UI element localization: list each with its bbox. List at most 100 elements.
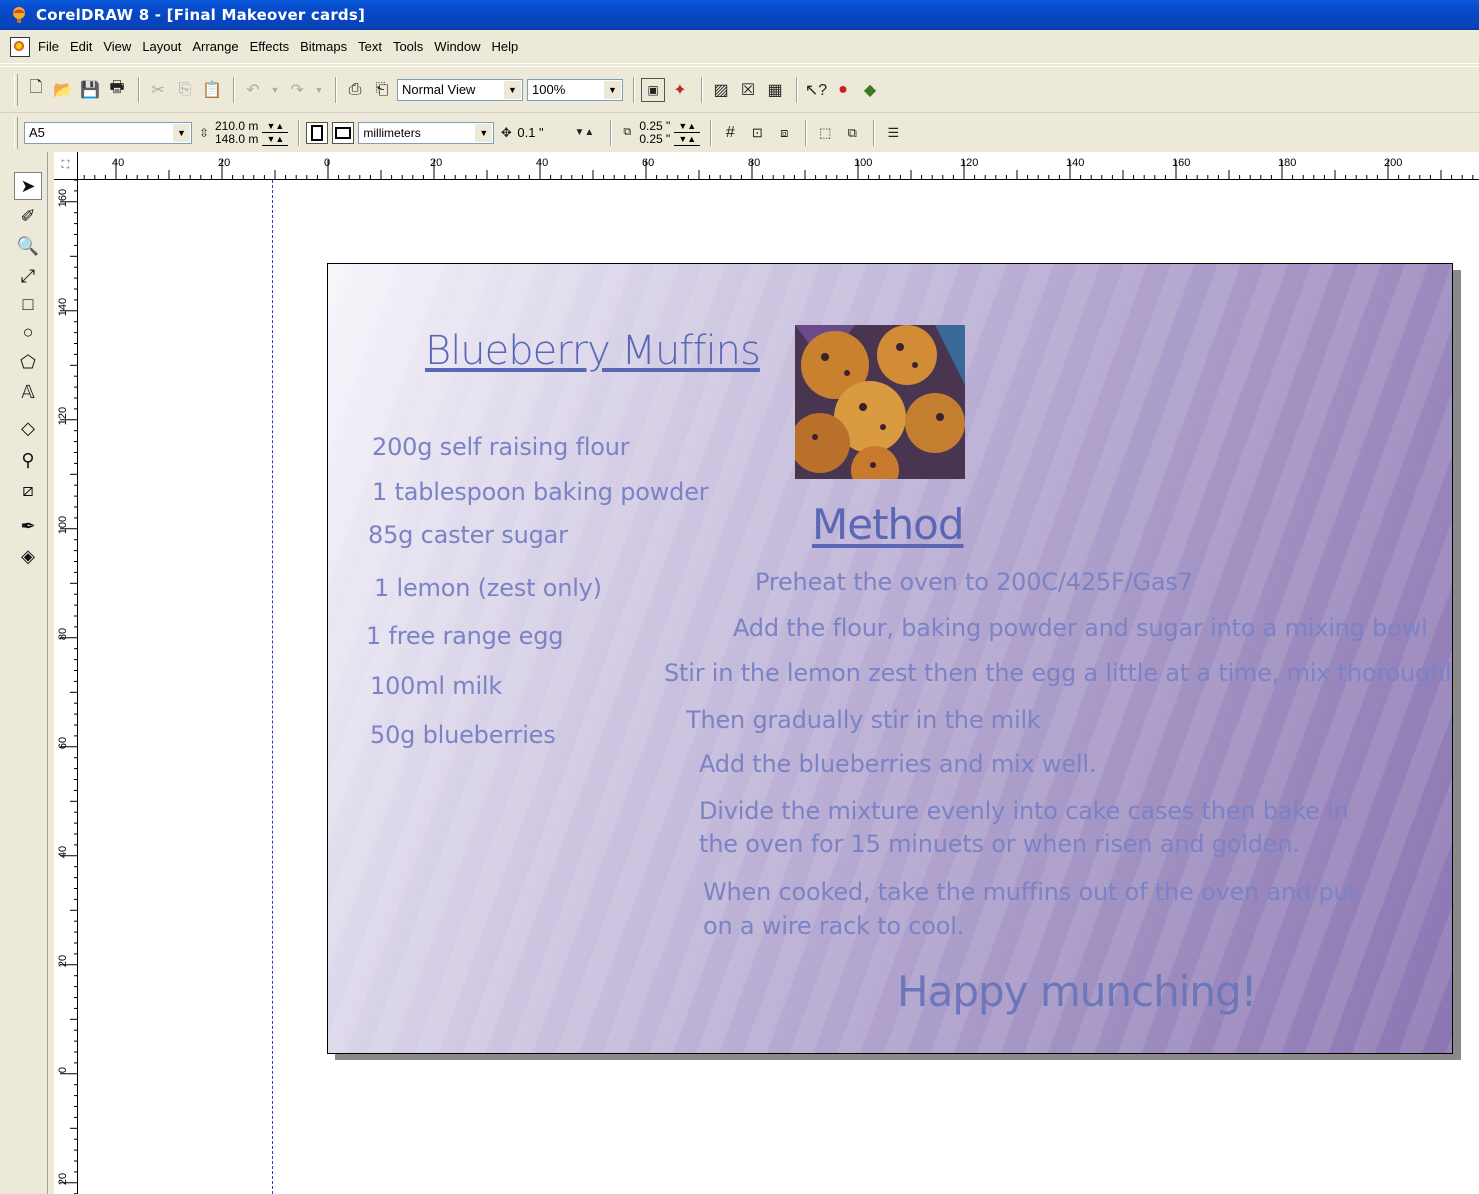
interactive-fill-tool-icon[interactable]: ◇ [14, 414, 42, 442]
recipe-title[interactable]: Blueberry Muffins [425, 328, 761, 374]
drawing-canvas[interactable]: Blueberry Muffins 200g self raising flou… [78, 180, 1479, 1194]
polygon-tool-icon[interactable]: ⬠ [14, 348, 42, 376]
method-step[interactable]: Add the blueberries and mix well. [699, 750, 1096, 778]
chevron-down-icon[interactable]: ▼ [173, 123, 190, 142]
corel-tools-icon[interactable]: ✦ [668, 78, 692, 102]
toolbar-grip[interactable] [14, 116, 18, 149]
draw-objects-when-moving-icon[interactable]: ⧉ [840, 121, 864, 145]
method-heading[interactable]: Method [812, 500, 965, 549]
redo-dropdown-icon[interactable]: ▼ [312, 78, 326, 102]
whats-this-help-icon[interactable]: ↖? [804, 78, 828, 102]
duplicate-spinners[interactable]: ▼▲ ▼▲ [674, 120, 701, 146]
recipe-card[interactable]: Blueberry Muffins 200g self raising flou… [327, 263, 1453, 1054]
paste-icon[interactable]: 📋 [200, 78, 224, 102]
paper-height-value[interactable]: 148.0 m [215, 132, 258, 146]
undo-icon[interactable]: ↶ [241, 78, 265, 102]
spin-down-icon[interactable]: ▼▲ [674, 133, 701, 146]
method-step[interactable]: When cooked, take the muffins out of the… [703, 878, 1358, 906]
export-icon[interactable]: ⎗ [370, 78, 394, 102]
pick-tool-icon[interactable]: ➤ [14, 172, 42, 200]
scrapbook-icon[interactable]: ▨ [709, 78, 733, 102]
print-icon[interactable]: 🖶 [105, 78, 129, 102]
zoom-select[interactable]: 100% ▼ [527, 78, 623, 101]
extrude-tool-icon[interactable]: ⧄ [14, 476, 42, 504]
eyedropper-tool-icon[interactable]: ⚲ [14, 446, 42, 474]
redo-icon[interactable]: ↷ [285, 78, 309, 102]
closing-line[interactable]: Happy munching! [897, 967, 1257, 1016]
document-icon[interactable] [10, 36, 30, 57]
open-folder-icon[interactable]: 📂 [51, 78, 75, 102]
duplicate-y-value[interactable]: 0.25 " [639, 132, 670, 146]
chevron-down-icon[interactable]: ▼ [504, 80, 521, 99]
menu-layout[interactable]: Layout [142, 39, 181, 54]
import-icon[interactable]: ⎙ [343, 78, 367, 102]
ellipse-tool-icon[interactable]: ○ [14, 318, 42, 346]
menu-view[interactable]: View [103, 39, 131, 54]
landscape-button[interactable] [332, 121, 355, 144]
options-icon[interactable]: ☰ [881, 121, 905, 145]
zoom-tool-icon[interactable]: 🔍 [14, 232, 42, 260]
dimension-spinners[interactable]: ▼▲ ▼▲ [262, 120, 289, 146]
symbols-icon[interactable]: ☒ [736, 78, 760, 102]
vertical-guideline[interactable] [272, 180, 273, 1194]
spin-up-icon[interactable]: ▼▲ [674, 120, 701, 133]
menu-window[interactable]: Window [434, 39, 480, 54]
method-step[interactable]: Add the flour, baking powder and sugar i… [733, 614, 1428, 642]
cut-icon[interactable]: ✂ [146, 78, 170, 102]
duplicate-x-value[interactable]: 0.25 " [639, 119, 670, 133]
spin-down-icon[interactable]: ▼▲ [262, 133, 289, 146]
portrait-button[interactable] [306, 121, 329, 144]
spin-up-icon[interactable]: ▼▲ [262, 120, 289, 133]
chevron-down-icon[interactable]: ▼ [604, 80, 621, 99]
snap-to-grid-icon[interactable]: # [718, 121, 742, 145]
nudge-spinner-icon[interactable]: ▼▲ [567, 121, 601, 145]
toolbar-grip[interactable] [14, 73, 18, 106]
muffins-photo[interactable] [795, 325, 965, 479]
save-icon[interactable]: 💾 [78, 78, 102, 102]
tutor-apple-icon[interactable]: ● [831, 78, 855, 102]
ingredient-line[interactable]: 200g self raising flour [372, 433, 630, 461]
menu-text[interactable]: Text [358, 39, 382, 54]
treat-as-filled-icon[interactable]: ⬚ [813, 121, 837, 145]
horizontal-ruler[interactable]: 40 20 0 20 40 60 80 100 120 140 160 180 200 [54, 152, 1479, 180]
units-select[interactable]: millimeters ▼ [358, 121, 495, 144]
method-step[interactable]: Divide the mixture evenly into cake case… [699, 797, 1349, 825]
fill-tool-icon[interactable]: ◈ [14, 542, 42, 570]
method-step[interactable]: the oven for 15 minuets or when risen an… [699, 830, 1300, 858]
menu-help[interactable]: Help [492, 39, 519, 54]
duplicate-distance[interactable]: 0.25 " 0.25 " [639, 119, 670, 146]
chevron-down-icon[interactable]: ▼ [475, 123, 493, 142]
method-step[interactable]: Stir in the lemon zest then the egg a li… [664, 659, 1452, 687]
freehand-tool-icon[interactable]: ⤢ [14, 262, 42, 290]
rectangle-tool-icon[interactable]: □ [14, 290, 42, 318]
menu-effects[interactable]: Effects [250, 39, 290, 54]
nudge-value[interactable]: 0.1 " [517, 125, 567, 140]
shape-tool-icon[interactable]: ✐ [14, 202, 42, 230]
new-document-icon[interactable]: 🗋 [24, 78, 48, 102]
vertical-ruler[interactable]: 160 140 120 100 80 60 40 20 0 20 [54, 180, 78, 1194]
application-launcher-icon[interactable]: ▣ [641, 77, 665, 102]
ingredient-line[interactable]: 50g blueberries [370, 721, 556, 749]
ruler-origin-icon[interactable]: ⛶ [54, 152, 78, 180]
ingredient-line[interactable]: 100ml milk [370, 672, 502, 700]
paper-width-value[interactable]: 210.0 m [215, 119, 258, 133]
text-tool-icon[interactable]: 𝔸 [14, 378, 42, 406]
copy-icon[interactable]: ⎘ [173, 78, 197, 102]
view-mode-select[interactable]: Normal View ▼ [397, 78, 523, 101]
method-step[interactable]: on a wire rack to cool. [703, 912, 964, 940]
undo-dropdown-icon[interactable]: ▼ [268, 78, 282, 102]
menu-file[interactable]: File [38, 39, 59, 54]
ingredient-line[interactable]: 1 free range egg [366, 622, 563, 650]
ingredient-line[interactable]: 1 tablespoon baking powder [372, 478, 709, 506]
paper-size-select[interactable]: A5 ▼ [24, 121, 192, 144]
method-step[interactable]: Then gradually stir in the milk [686, 706, 1041, 734]
menu-edit[interactable]: Edit [70, 39, 92, 54]
snap-to-guidelines-icon[interactable]: ⊡ [745, 121, 769, 145]
ingredient-line[interactable]: 85g caster sugar [368, 521, 568, 549]
snap-to-objects-icon[interactable]: ⧈ [772, 121, 796, 145]
corel-online-icon[interactable]: ◆ [858, 78, 882, 102]
script-icon[interactable]: ▦ [763, 78, 787, 102]
menu-bitmaps[interactable]: Bitmaps [300, 39, 347, 54]
outline-tool-icon[interactable]: ✒ [14, 512, 42, 540]
menu-arrange[interactable]: Arrange [192, 39, 238, 54]
